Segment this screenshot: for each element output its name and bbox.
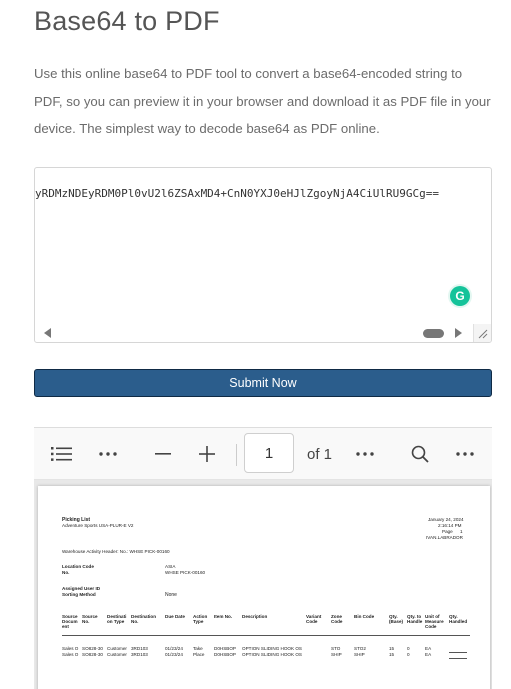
doc-table-cell: STO — [331, 646, 341, 651]
pdf-viewer: 1 of 1 Picking List Adventure Sports USA… — [34, 427, 492, 689]
doc-page-label: Page — [442, 529, 453, 534]
doc-table-cell: EA — [425, 652, 432, 657]
more-left-icon[interactable] — [94, 428, 122, 480]
doc-date: January 24, 2024 — [428, 517, 464, 522]
doc-no-label: No. — [62, 570, 70, 575]
pdf-page: Picking List Adventure Sports USA-PLUR-E… — [38, 486, 490, 689]
table-header-divider — [62, 635, 470, 636]
horizontal-scrollbar[interactable] — [35, 324, 491, 342]
doc-sorting-value: None — [165, 592, 177, 598]
doc-column-header: Action Type — [193, 614, 208, 624]
doc-company: Adventure Sports USA-PLUR-E V2 — [62, 523, 134, 528]
scroll-right-icon[interactable] — [455, 328, 462, 338]
doc-location-label: Location Code — [62, 564, 94, 569]
doc-table-cell: 01/23/24 — [165, 646, 183, 651]
doc-column-header: Source No. — [82, 614, 98, 624]
pdf-toolbar: 1 of 1 — [34, 428, 492, 480]
doc-table-cell: SHIP — [331, 652, 342, 657]
doc-column-header: Destination No. — [131, 614, 157, 624]
doc-column-header: Qty. (Base) — [389, 614, 404, 624]
doc-location-value: ASIA — [165, 564, 176, 569]
doc-table-cell: SO828-30 — [82, 646, 103, 651]
doc-table-cell: Customer — [107, 652, 127, 657]
submit-button[interactable]: Submit Now — [34, 369, 492, 397]
doc-column-header: Destinati on Type — [107, 614, 127, 624]
doc-table-cell: Sales O — [62, 646, 79, 651]
page-number-input[interactable]: 1 — [244, 433, 294, 473]
doc-table-cell: 0 — [407, 652, 410, 657]
page-title: Base64 to PDF — [34, 6, 220, 36]
doc-table-cell: D0HSBOP — [214, 652, 236, 657]
doc-column-header: Source Docum ent — [62, 614, 78, 629]
doc-column-header: Item No. — [214, 614, 233, 619]
outline-icon[interactable] — [48, 428, 76, 480]
doc-column-header: Qty. to Handle — [407, 614, 423, 624]
doc-warehouse-header: Warehouse Activity Header: No.: WHSE PIC… — [62, 549, 170, 554]
search-icon[interactable] — [406, 428, 434, 480]
doc-user: IVAN.LABRADOR — [426, 535, 463, 540]
doc-column-header: Description — [242, 614, 268, 619]
doc-table-cell: Customer — [107, 646, 127, 651]
doc-table-cell: 3RD103 — [131, 646, 148, 651]
doc-table-cell: 3RD103 — [131, 652, 148, 657]
qty-handled-line — [449, 652, 467, 653]
doc-table-cell: 15 — [389, 646, 395, 651]
page-count-label: of 1 — [307, 445, 333, 463]
doc-table-cell: Place — [193, 652, 205, 657]
doc-table-cell: STO2 — [354, 646, 366, 651]
base64-input[interactable]: yRDMzNDEyRDM0Pl0vU2l6ZSAxMD4+CnN0YXJ0eHJ… — [34, 167, 492, 343]
doc-table-cell: SO828-30 — [82, 652, 103, 657]
more-right-icon[interactable] — [451, 428, 479, 480]
base64-input-value[interactable]: yRDMzNDEyRDM0Pl0vU2l6ZSAxMD4+CnN0YXJ0eHJ… — [35, 187, 439, 200]
doc-time: 2:16:14 PM — [438, 523, 462, 528]
doc-table-cell: 15 — [389, 652, 395, 657]
page-description: Use this online base64 to PDF tool to co… — [34, 66, 491, 136]
doc-table-cell: OPTION SLIDING HOOK OS — [242, 652, 302, 657]
doc-column-header: Bin Code — [354, 614, 375, 619]
toolbar-divider — [236, 444, 237, 466]
doc-table-cell: 0 — [407, 646, 410, 651]
scroll-left-icon[interactable] — [44, 328, 51, 338]
doc-no-value: WHSE PICK-00160 — [165, 570, 206, 575]
qty-handled-line — [449, 658, 467, 659]
doc-column-header: Zone Code — [331, 614, 343, 624]
doc-table-cell: SHIP — [354, 652, 365, 657]
doc-column-header: Due Date — [165, 614, 185, 619]
doc-table-cell: D0HSBOP — [214, 646, 236, 651]
doc-assigned-label: Assigned User ID — [62, 586, 101, 591]
doc-column-header: Unit of Measure Code — [425, 614, 444, 629]
zoom-out-icon[interactable] — [149, 428, 177, 480]
doc-table-cell: OPTION SLIDING HOOK OS — [242, 646, 302, 651]
doc-sorting-label: Sorting Method — [62, 592, 96, 597]
grammarly-icon[interactable]: G — [450, 286, 470, 306]
doc-table-cell: EA — [425, 646, 432, 651]
doc-table-cell: Take — [193, 646, 203, 651]
doc-page-number: 1 — [460, 529, 463, 534]
doc-column-header: Qty. Handled — [449, 614, 468, 624]
scroll-thumb[interactable] — [423, 329, 444, 338]
zoom-in-icon[interactable] — [193, 428, 221, 480]
doc-column-header: Variant Code — [306, 614, 322, 624]
more-middle-icon[interactable] — [351, 428, 379, 480]
doc-table-cell: Sales O — [62, 652, 79, 657]
doc-table-cell: 01/23/24 — [165, 652, 183, 657]
resize-handle-icon[interactable] — [473, 324, 491, 342]
